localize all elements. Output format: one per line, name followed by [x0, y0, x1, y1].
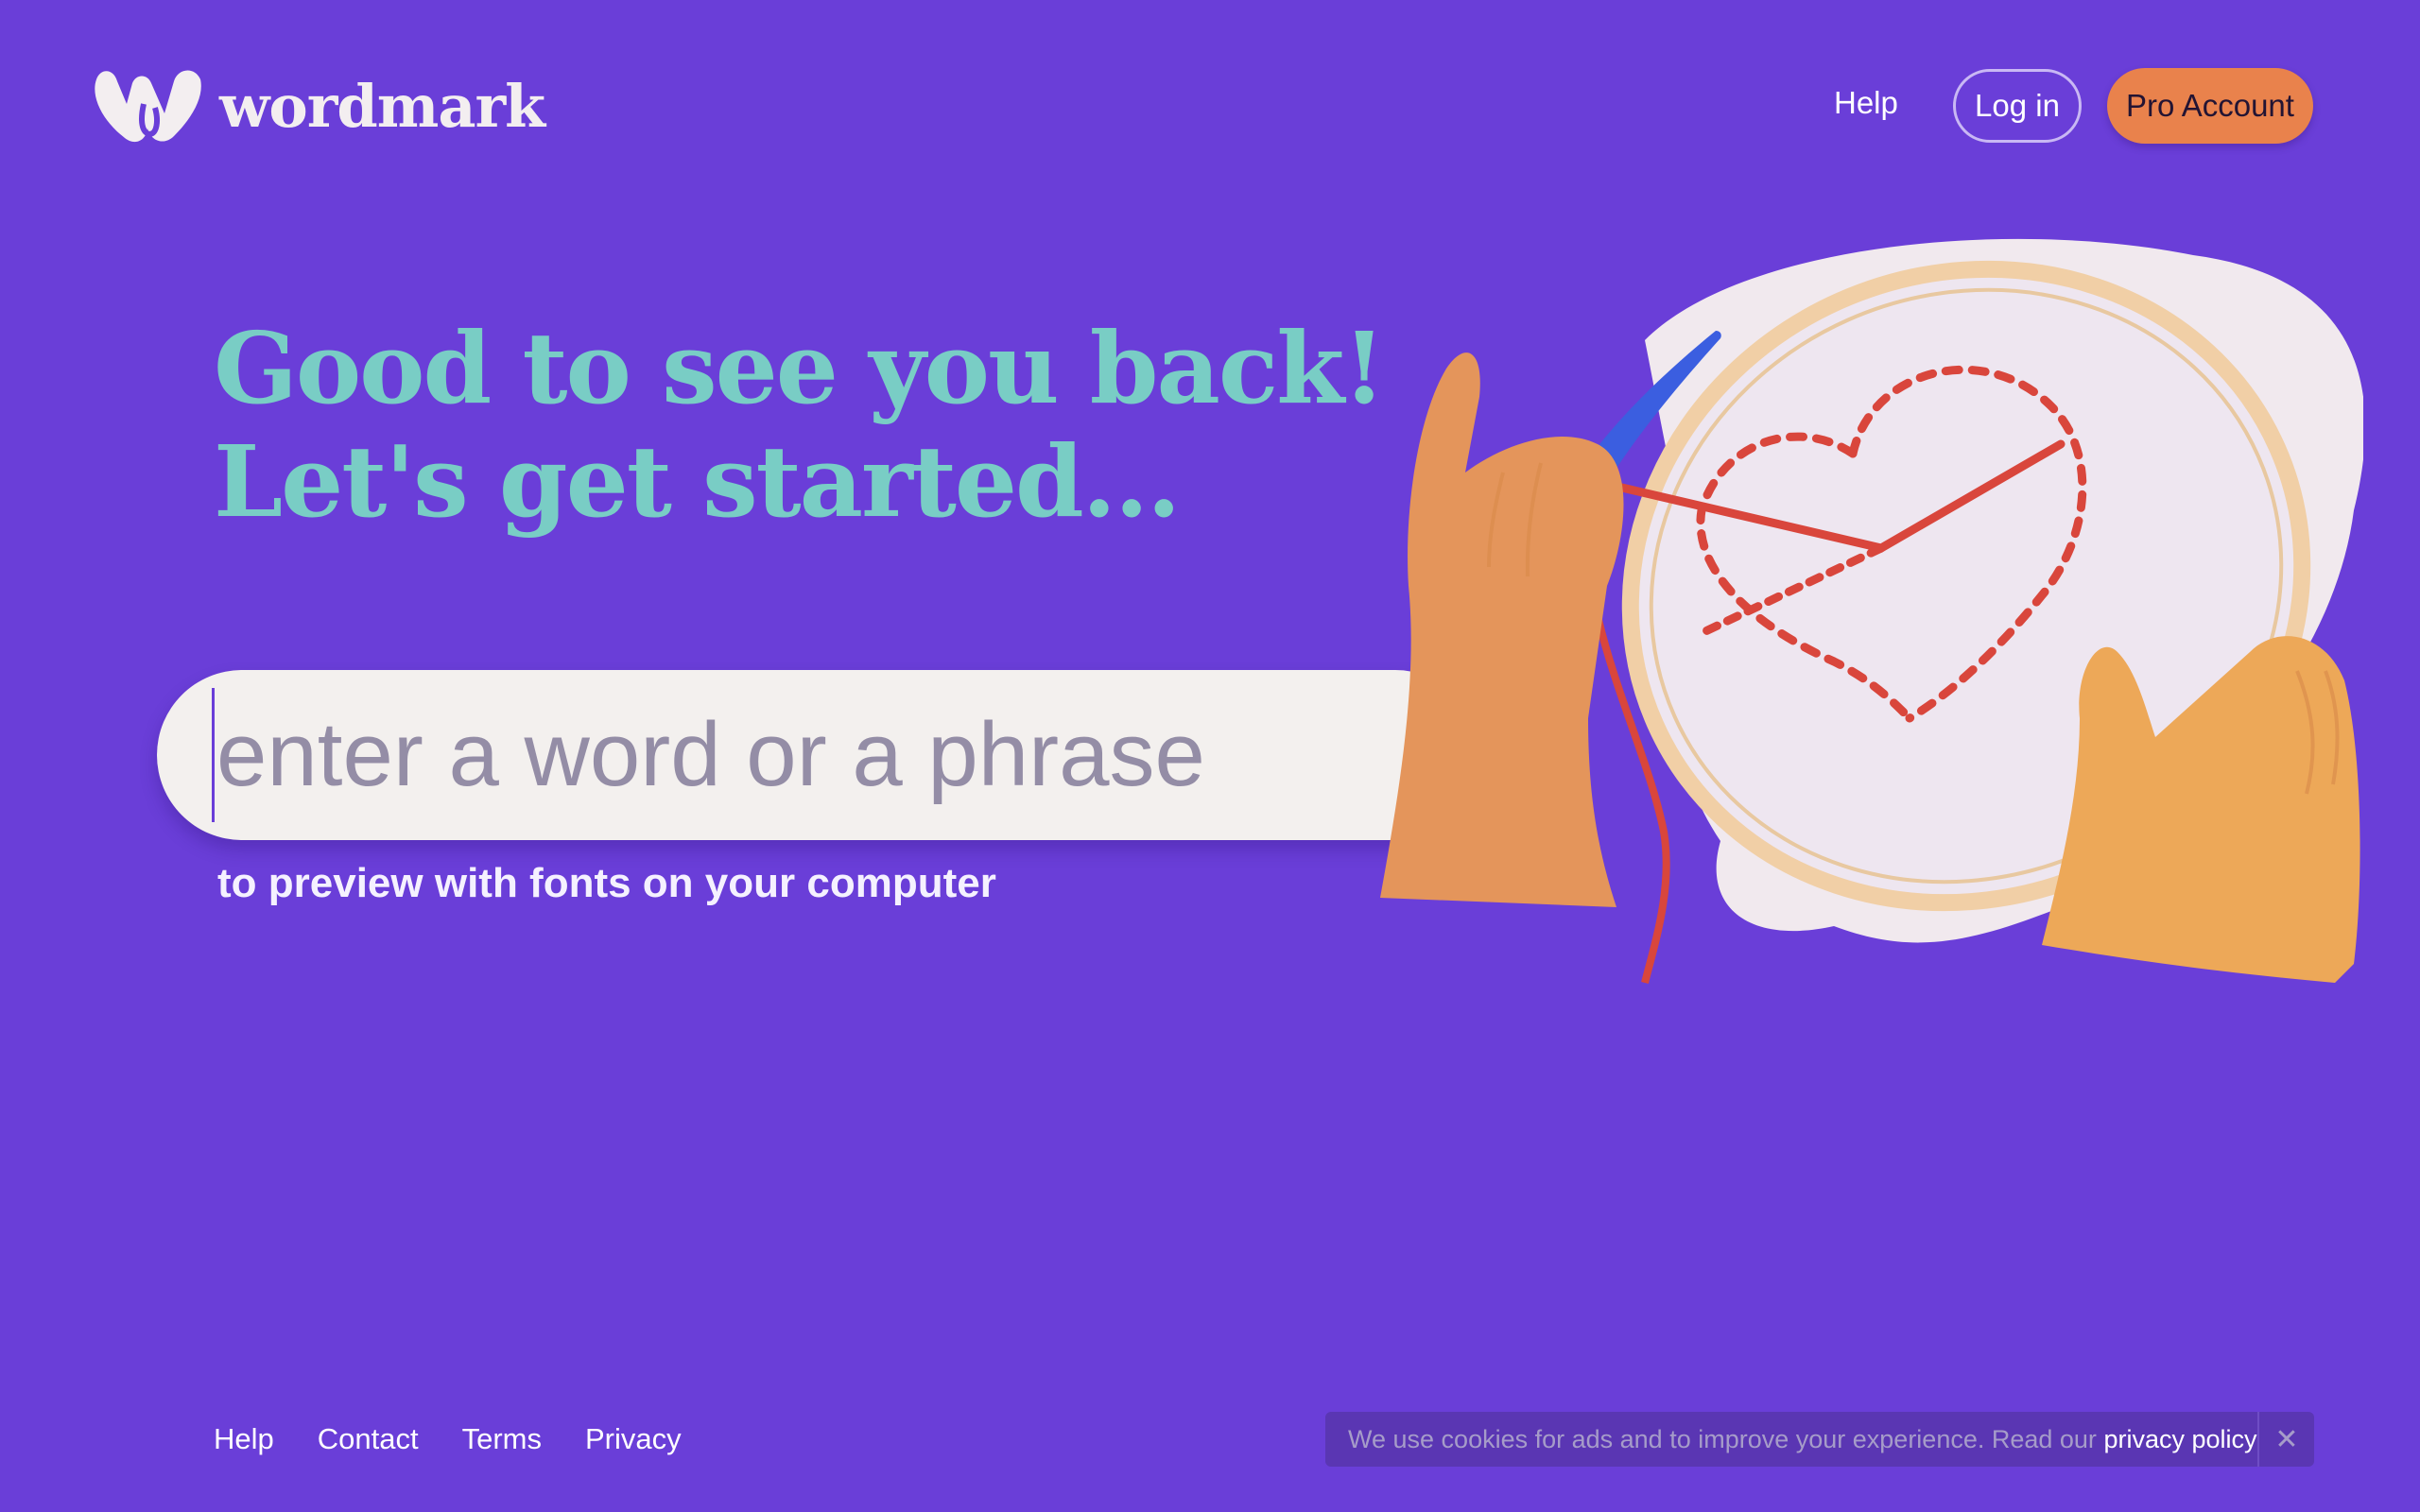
pro-account-button[interactable]: Pro Account	[2107, 68, 2313, 144]
cookie-text: We use cookies for ads and to improve yo…	[1348, 1424, 2104, 1453]
footer-terms-link[interactable]: Terms	[462, 1422, 542, 1456]
headline-line-2: Let's get started...	[214, 423, 1181, 540]
heart-w-logo-icon	[95, 70, 201, 143]
logo[interactable]: wordmark	[89, 66, 545, 146]
search-input[interactable]	[212, 688, 1428, 822]
search-hint: to preview with fonts on your computer	[217, 860, 996, 906]
footer-contact-link[interactable]: Contact	[318, 1422, 419, 1456]
footer-links: Help Contact Terms Privacy	[214, 1422, 682, 1456]
footer-privacy-link[interactable]: Privacy	[585, 1422, 682, 1456]
footer-help-link[interactable]: Help	[214, 1422, 274, 1456]
privacy-policy-link[interactable]: privacy policy	[2103, 1425, 2256, 1453]
headline-line-1: Good to see you back!	[214, 310, 1386, 426]
embroidery-hoop-illustration-icon	[1380, 238, 2363, 984]
close-icon[interactable]: ✕	[2257, 1412, 2314, 1467]
nav-help-link[interactable]: Help	[1834, 85, 1898, 121]
cookie-banner: We use cookies for ads and to improve yo…	[1325, 1412, 2314, 1467]
search-box	[157, 670, 1480, 840]
page-title: Good to see you back! Let's get started.…	[214, 310, 1386, 540]
login-button[interactable]: Log in	[1953, 69, 2082, 143]
cookie-message: We use cookies for ads and to improve yo…	[1325, 1425, 2257, 1454]
brand-name: wordmark	[219, 71, 545, 141]
